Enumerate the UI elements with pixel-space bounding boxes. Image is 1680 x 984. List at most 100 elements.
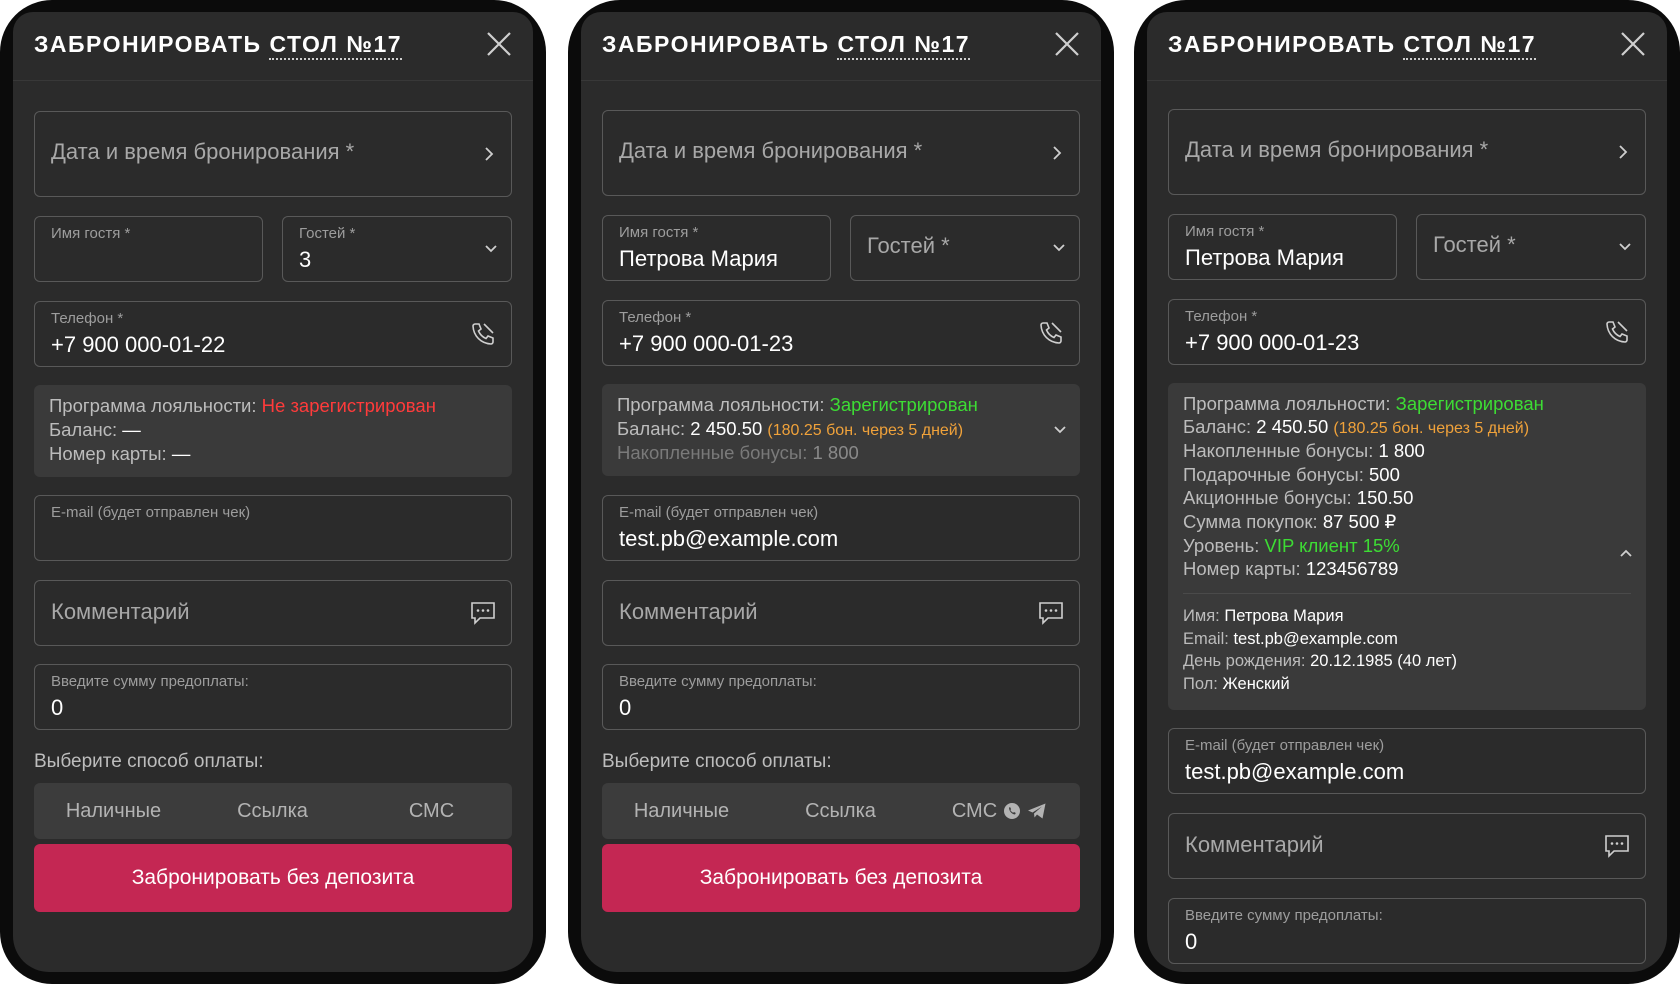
promo-label: Акционные бонусы: bbox=[1183, 487, 1352, 508]
guests-select[interactable]: Гостей * bbox=[850, 215, 1080, 281]
close-icon[interactable] bbox=[1053, 30, 1081, 58]
comment-icon bbox=[1605, 835, 1629, 858]
email-field[interactable]: E-mail (будет отправлен чек) test.pb@exa… bbox=[602, 495, 1080, 561]
chevron-down-icon[interactable] bbox=[1052, 422, 1068, 438]
client-gender-label: Пол: bbox=[1183, 675, 1218, 693]
pay-cash-option[interactable]: Наличные bbox=[34, 783, 193, 839]
loyalty-label: Программа лояльности: bbox=[617, 394, 825, 415]
email-field[interactable]: E-mail (будет отправлен чек) test.pb@exa… bbox=[1168, 728, 1646, 794]
client-name-line: Имя: Петрова Мария bbox=[1183, 607, 1344, 626]
pay-link-label: Ссылка bbox=[805, 799, 876, 822]
close-icon[interactable] bbox=[485, 30, 513, 58]
gift-label: Подарочные бонусы: bbox=[1183, 464, 1364, 485]
balance-pending-bonus: (180.25 бон. через 5 дней) bbox=[1333, 420, 1530, 437]
pay-sms-option[interactable]: СМС bbox=[352, 783, 511, 839]
phone-icon[interactable] bbox=[1603, 318, 1631, 346]
prepay-field[interactable]: Введите сумму предоплаты: 0 bbox=[1168, 898, 1646, 964]
pay-link-option[interactable]: Ссылка bbox=[761, 783, 920, 839]
book-without-deposit-button[interactable]: Забронировать без депозита bbox=[34, 844, 512, 912]
gift-value: 500 bbox=[1369, 464, 1400, 485]
balance-line: Баланс: 2 450.50 (180.25 бон. через 5 дн… bbox=[1183, 416, 1529, 438]
table-number-link[interactable]: СТОЛ №17 bbox=[837, 31, 971, 60]
datetime-field[interactable]: Дата и время бронирования * bbox=[1168, 109, 1646, 195]
client-birthday-value: 20.12.1985 (40 лет) bbox=[1310, 652, 1458, 670]
phone-field[interactable]: Телефон * +7 900 000-01-23 bbox=[602, 300, 1080, 366]
comment-field[interactable]: Комментарий bbox=[34, 580, 512, 646]
phone-icon[interactable] bbox=[469, 320, 497, 348]
level-value: VIP клиент 15% bbox=[1264, 535, 1400, 556]
pay-link-option[interactable]: Ссылка bbox=[193, 783, 352, 839]
loyalty-status: Зарегистрирован bbox=[1395, 393, 1544, 414]
pay-sms-label: СМС bbox=[951, 799, 998, 822]
chevron-right-icon bbox=[1053, 146, 1062, 160]
phone-field[interactable]: Телефон * +7 900 000-01-22 bbox=[34, 301, 512, 367]
card-value: — bbox=[171, 443, 191, 464]
guest-name-field[interactable]: Имя гостя * bbox=[34, 216, 263, 282]
loyalty-label: Программа лояльности: bbox=[49, 395, 257, 416]
client-name-value: Петрова Мария bbox=[1224, 607, 1344, 625]
guests-select[interactable]: Гостей * 3 bbox=[282, 216, 512, 282]
comment-field[interactable]: Комментарий bbox=[1168, 813, 1646, 879]
datetime-placeholder: Дата и время бронирования * bbox=[51, 139, 355, 164]
loyalty-info-panel[interactable]: Программа лояльности: Зарегистрирован Ба… bbox=[602, 384, 1080, 476]
email-field[interactable]: E-mail (будет отправлен чек) bbox=[34, 495, 512, 561]
modal-header: ЗАБРОНИРОВАТЬ СТОЛ №17 bbox=[1147, 12, 1667, 81]
phone-field[interactable]: Телефон * +7 900 000-01-23 bbox=[1168, 299, 1646, 365]
guest-name-field[interactable]: Имя гостя * Петрова Мария bbox=[602, 215, 831, 281]
pay-cash-label: Наличные bbox=[633, 799, 730, 822]
email-label: E-mail (будет отправлен чек) bbox=[51, 504, 251, 521]
chevron-down-icon bbox=[485, 245, 497, 253]
purchases-line: Сумма покупок: 87 500 ₽ bbox=[1183, 511, 1396, 533]
guest-name-value: Петрова Мария bbox=[1185, 245, 1344, 270]
client-gender-line: Пол: Женский bbox=[1183, 675, 1290, 694]
phone-label: Телефон * bbox=[51, 310, 124, 327]
prepay-field[interactable]: Введите сумму предоплаты: 0 bbox=[34, 664, 512, 730]
table-number-link[interactable]: СТОЛ №17 bbox=[269, 31, 403, 60]
client-email-value: test.pb@example.com bbox=[1233, 630, 1398, 648]
accum-value: 1 800 bbox=[812, 442, 859, 463]
prepay-label: Введите сумму предоплаты: bbox=[1185, 907, 1383, 924]
close-icon[interactable] bbox=[1619, 30, 1647, 58]
book-without-deposit-button[interactable]: Забронировать без депозита bbox=[602, 844, 1080, 912]
balance-label: Баланс: bbox=[617, 418, 686, 439]
card-value: 123456789 bbox=[1305, 558, 1399, 579]
email-label: E-mail (будет отправлен чек) bbox=[1185, 737, 1385, 754]
prepay-label: Введите сумму предоплаты: bbox=[619, 673, 817, 690]
title-prefix: ЗАБРОНИРОВАТЬ bbox=[1168, 31, 1396, 57]
whatsapp-icon bbox=[1004, 803, 1021, 819]
modal-header: ЗАБРОНИРОВАТЬ СТОЛ №17 bbox=[581, 12, 1101, 81]
modal-header: ЗАБРОНИРОВАТЬ СТОЛ №17 bbox=[13, 12, 533, 81]
guests-select[interactable]: Гостей * bbox=[1416, 214, 1646, 280]
datetime-field[interactable]: Дата и время бронирования * bbox=[602, 110, 1080, 196]
chevron-right-icon bbox=[1619, 145, 1628, 159]
pay-cash-option[interactable]: Наличные bbox=[602, 783, 761, 839]
email-label: E-mail (будет отправлен чек) bbox=[619, 504, 819, 521]
chevron-up-icon[interactable] bbox=[1618, 545, 1634, 561]
guest-name-label: Имя гостя * bbox=[1185, 223, 1265, 240]
datetime-field[interactable]: Дата и время бронирования * bbox=[34, 111, 512, 197]
comment-field[interactable]: Комментарий bbox=[602, 580, 1080, 646]
title-prefix: ЗАБРОНИРОВАТЬ bbox=[602, 31, 830, 57]
pay-sms-option[interactable]: СМС bbox=[920, 783, 1079, 839]
chevron-right-icon bbox=[485, 147, 494, 161]
loyalty-status: Зарегистрирован bbox=[829, 394, 978, 415]
loyalty-info-panel-expanded[interactable]: Программа лояльности: Зарегистрирован Ба… bbox=[1168, 383, 1646, 710]
guests-value: 3 bbox=[299, 247, 312, 272]
level-label: Уровень: bbox=[1183, 535, 1260, 556]
phone-label: Телефон * bbox=[619, 309, 692, 326]
prepay-field[interactable]: Введите сумму предоплаты: 0 bbox=[602, 664, 1080, 730]
pay-method-selector: Наличные Ссылка СМС bbox=[602, 783, 1080, 839]
phone-icon[interactable] bbox=[1037, 319, 1065, 347]
telegram-icon bbox=[1028, 803, 1046, 819]
guest-name-field[interactable]: Имя гостя * Петрова Мария bbox=[1168, 214, 1397, 280]
balance-line: Баланс: — bbox=[49, 419, 141, 441]
accumulated-bonus-line: Накопленные бонусы: 1 800 bbox=[1183, 440, 1425, 462]
title-prefix: ЗАБРОНИРОВАТЬ bbox=[34, 31, 262, 57]
promo-bonus-line: Акционные бонусы: 150.50 bbox=[1183, 487, 1413, 509]
loyalty-status-line: Программа лояльности: Зарегистрирован bbox=[617, 394, 978, 416]
table-number-link[interactable]: СТОЛ №17 bbox=[1403, 31, 1537, 60]
phone-frame-3: ЗАБРОНИРОВАТЬ СТОЛ №17 Дата и время брон… bbox=[1134, 0, 1680, 984]
client-email-line: Email: test.pb@example.com bbox=[1183, 630, 1398, 649]
loyalty-status-line: Программа лояльности: Не зарегистрирован bbox=[49, 395, 436, 417]
guests-placeholder: Гостей * bbox=[867, 233, 950, 258]
